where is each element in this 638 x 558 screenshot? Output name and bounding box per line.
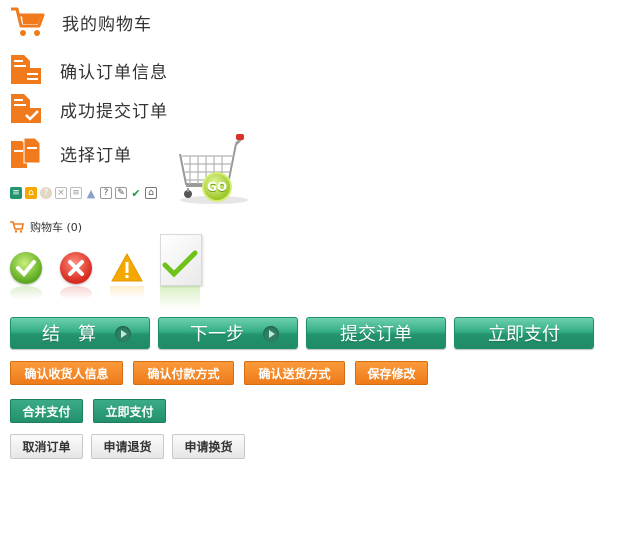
success-icon bbox=[10, 252, 42, 284]
pay-now-label: 立即支付 bbox=[488, 324, 560, 345]
save-changes-button[interactable]: 保存修改 bbox=[355, 361, 428, 385]
confirm-delivery-method-button[interactable]: 确认送货方式 bbox=[244, 361, 345, 385]
submit-order-button[interactable]: 提交订单 bbox=[306, 317, 446, 349]
step-submitted: 成功提交订单 bbox=[10, 93, 168, 125]
close-box-icon[interactable]: × bbox=[55, 187, 67, 199]
error-icon-reflection bbox=[60, 286, 92, 300]
cancel-order-button[interactable]: 取消订单 bbox=[10, 434, 83, 459]
confirm-payment-method-button[interactable]: 确认付款方式 bbox=[133, 361, 234, 385]
help-icon[interactable]: ? bbox=[40, 187, 52, 199]
page-title: 我的购物车 bbox=[62, 14, 152, 35]
note-icon[interactable]: ≡ bbox=[70, 187, 82, 199]
document-icon bbox=[11, 55, 41, 84]
step-label: 确认订单信息 bbox=[60, 62, 168, 83]
error-icon bbox=[60, 252, 92, 284]
go-badge: GO bbox=[202, 172, 232, 202]
step-label: 成功提交订单 bbox=[60, 101, 168, 122]
edit-icon[interactable]: ✎ bbox=[115, 187, 127, 199]
success-icon-reflection bbox=[10, 286, 42, 300]
cart-count[interactable]: 购物车 (0) bbox=[10, 219, 82, 235]
step-label: 选择订单 bbox=[60, 145, 132, 166]
request-return-button[interactable]: 申请退货 bbox=[91, 434, 164, 459]
request-exchange-button[interactable]: 申请换货 bbox=[172, 434, 245, 459]
home-icon[interactable]: ⌂ bbox=[25, 187, 37, 199]
play-arrow-icon bbox=[115, 326, 131, 342]
document-check-icon bbox=[11, 94, 41, 123]
documents-icon bbox=[11, 137, 41, 168]
document-icon-reflection bbox=[160, 286, 200, 310]
play-arrow-icon bbox=[263, 326, 279, 342]
next-step-button[interactable]: 下一步 bbox=[158, 317, 298, 349]
mini-cart-icon bbox=[10, 221, 24, 233]
warning-triangle-icon bbox=[111, 252, 143, 282]
document-check-large-icon bbox=[160, 234, 202, 286]
list-icon[interactable]: ≡ bbox=[10, 187, 22, 199]
pay-now-large-button[interactable]: 立即支付 bbox=[454, 317, 594, 349]
cart-count-label: 购物车 (0) bbox=[30, 221, 83, 234]
home-outline-icon[interactable]: ⌂ bbox=[145, 187, 157, 199]
merge-payment-button[interactable]: 合并支付 bbox=[10, 399, 83, 423]
small-icon-strip: ≡ ⌂ ? × ≡ ▲ ? ✎ ✔ ⌂ bbox=[10, 187, 157, 199]
warning-icon[interactable]: ▲ bbox=[85, 187, 97, 199]
next-step-label: 下一步 bbox=[190, 324, 244, 345]
check-icon[interactable]: ✔ bbox=[130, 187, 142, 199]
submit-order-label: 提交订单 bbox=[340, 324, 412, 345]
pay-now-button[interactable]: 立即支付 bbox=[93, 399, 166, 423]
warning-icon-reflection bbox=[110, 286, 144, 298]
step-confirm-order: 确认订单信息 bbox=[10, 54, 168, 86]
step-select-order: 选择订单 bbox=[10, 137, 132, 169]
checkout-label: 结 算 bbox=[42, 324, 96, 345]
page-header: 我的购物车 bbox=[10, 6, 152, 38]
shopping-cart-icon bbox=[11, 7, 45, 36]
question-icon[interactable]: ? bbox=[100, 187, 112, 199]
checkout-button[interactable]: 结 算 bbox=[10, 317, 150, 349]
confirm-consignee-button[interactable]: 确认收货人信息 bbox=[10, 361, 123, 385]
